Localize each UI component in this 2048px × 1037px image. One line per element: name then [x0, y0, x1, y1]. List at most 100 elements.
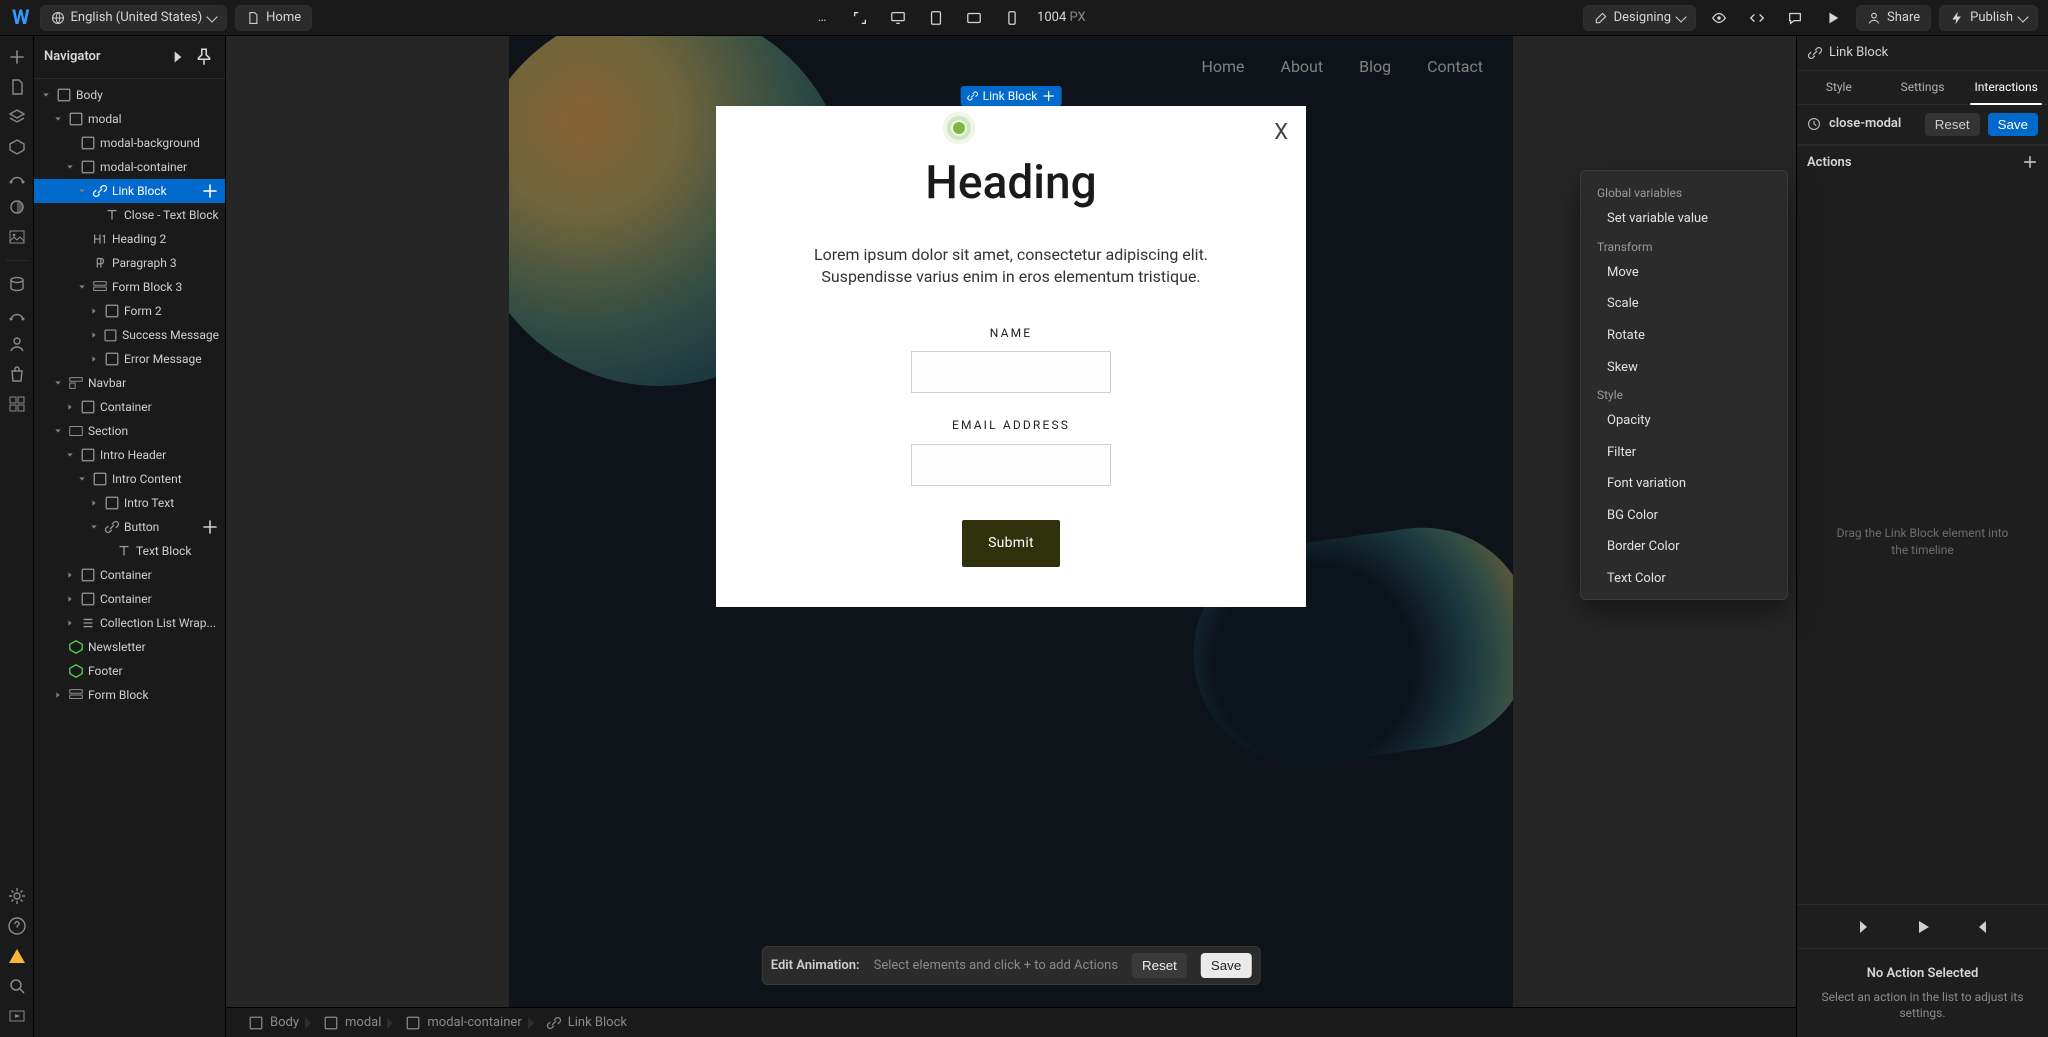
tree-row-container[interactable]: Container: [34, 587, 225, 611]
submit-button[interactable]: Submit: [962, 520, 1060, 567]
comments-icon[interactable]: [1780, 5, 1810, 31]
tree-row-intro-header[interactable]: Intro Header: [34, 443, 225, 467]
crumb-link-block[interactable]: Link Block: [534, 1008, 639, 1037]
tree-row-section[interactable]: Section: [34, 419, 225, 443]
pages-icon[interactable]: [6, 76, 28, 98]
popmenu-item-scale[interactable]: Scale: [1581, 288, 1787, 320]
ecommerce-icon[interactable]: [6, 363, 28, 385]
tree-row-error-message[interactable]: Error Message: [34, 347, 225, 371]
twisty-collapsed-icon[interactable]: [88, 353, 100, 365]
navigator-icon[interactable]: [6, 106, 28, 128]
tree-row-intro-text[interactable]: Intro Text: [34, 491, 225, 515]
twisty-collapsed-icon[interactable]: [52, 689, 64, 701]
tree-row-container[interactable]: Container: [34, 563, 225, 587]
tree-row-text-block[interactable]: Text Block: [34, 539, 225, 563]
settings-icon[interactable]: [6, 885, 28, 907]
twisty-collapsed-icon[interactable]: [64, 569, 76, 581]
search-icon[interactable]: [6, 975, 28, 997]
email-field[interactable]: [911, 444, 1111, 486]
tree-row-container[interactable]: Container: [34, 395, 225, 419]
play-icon[interactable]: [1818, 5, 1848, 31]
popmenu-item-font-variation[interactable]: Font variation: [1581, 468, 1787, 500]
twisty-expanded-icon[interactable]: [52, 113, 64, 125]
popmenu-item-rotate[interactable]: Rotate: [1581, 320, 1787, 352]
tree-row-paragraph-3[interactable]: Paragraph 3: [34, 251, 225, 275]
popmenu-item-opacity[interactable]: Opacity: [1581, 405, 1787, 437]
canvas-width-readout[interactable]: 1004 PX: [1035, 9, 1088, 27]
animation-name[interactable]: close-modal: [1829, 115, 1901, 133]
site-modal[interactable]: X Heading Lorem ipsum dolor sit amet, co…: [716, 106, 1306, 607]
twisty-collapsed-icon[interactable]: [88, 305, 100, 317]
crumb-modal-container[interactable]: modal-container: [393, 1008, 533, 1037]
video-help-icon[interactable]: [6, 1005, 28, 1027]
users-icon[interactable]: [6, 333, 28, 355]
interaction-trigger-dot-icon[interactable]: [951, 120, 967, 136]
preview-eye-icon[interactable]: [1704, 5, 1734, 31]
navigator-collapse-icon[interactable]: [167, 46, 189, 68]
play-icon[interactable]: [1914, 918, 1932, 936]
tree-row-close-text-block[interactable]: Close - Text Block: [34, 203, 225, 227]
tree-row-modal-background[interactable]: modal-background: [34, 131, 225, 155]
site-preview[interactable]: Home About Blog Contact Link Block X Hea…: [509, 36, 1513, 1007]
interactions-reset-button[interactable]: Reset: [1925, 113, 1980, 136]
popmenu-item-set-variable-value[interactable]: Set variable value: [1581, 203, 1787, 235]
twisty-expanded-icon[interactable]: [76, 185, 88, 197]
breakpoint-desktop-icon[interactable]: [883, 5, 913, 31]
tree-row-form-block[interactable]: Form Block: [34, 683, 225, 707]
twisty-expanded-icon[interactable]: [40, 89, 52, 101]
tree-row-heading-2[interactable]: Heading 2: [34, 227, 225, 251]
popmenu-item-filter[interactable]: Filter: [1581, 437, 1787, 469]
tab-style[interactable]: Style: [1797, 71, 1881, 104]
name-field[interactable]: [911, 351, 1111, 393]
tree-row-navbar[interactable]: Navbar: [34, 371, 225, 395]
twisty-expanded-icon[interactable]: [76, 281, 88, 293]
page-selector[interactable]: Home: [235, 5, 312, 31]
publish-button[interactable]: Publish: [1939, 5, 2038, 31]
styles-icon[interactable]: [6, 196, 28, 218]
popmenu-item-bg-color[interactable]: BG Color: [1581, 500, 1787, 532]
twisty-expanded-icon[interactable]: [64, 449, 76, 461]
locale-selector[interactable]: English (United States): [40, 5, 228, 31]
code-icon[interactable]: [1742, 5, 1772, 31]
tab-interactions[interactable]: Interactions: [1964, 71, 2048, 104]
tree-add-interaction-icon[interactable]: [201, 518, 219, 536]
assets-icon[interactable]: [6, 226, 28, 248]
popmenu-item-move[interactable]: Move: [1581, 257, 1787, 289]
tree-row-form-2[interactable]: Form 2: [34, 299, 225, 323]
navigator-pin-icon[interactable]: [193, 46, 215, 68]
tree-row-success-message[interactable]: Success Message: [34, 323, 225, 347]
twisty-collapsed-icon[interactable]: [88, 497, 100, 509]
add-action-icon[interactable]: [2022, 154, 2038, 170]
twisty-collapsed-icon[interactable]: [64, 593, 76, 605]
logic-icon[interactable]: [6, 303, 28, 325]
twisty-expanded-icon[interactable]: [52, 425, 64, 437]
interactions-save-button[interactable]: Save: [1988, 113, 2038, 136]
tree-row-footer[interactable]: Footer: [34, 659, 225, 683]
breakpoint-expand-icon[interactable]: [845, 5, 875, 31]
tree-row-link-block[interactable]: Link Block: [34, 179, 225, 203]
breakpoint-tablet-icon[interactable]: [921, 5, 951, 31]
share-button[interactable]: Share: [1856, 5, 1931, 31]
tree-row-body[interactable]: Body: [34, 83, 225, 107]
help-icon[interactable]: [6, 915, 28, 937]
tree-row-modal-container[interactable]: modal-container: [34, 155, 225, 179]
apps-icon[interactable]: [6, 393, 28, 415]
twisty-expanded-icon[interactable]: [88, 521, 100, 533]
popmenu-item-skew[interactable]: Skew: [1581, 352, 1787, 384]
audit-warning-icon[interactable]: [6, 945, 28, 967]
variables-icon[interactable]: [6, 166, 28, 188]
crumb-body[interactable]: Body: [236, 1008, 311, 1037]
next-frame-icon[interactable]: [1972, 918, 1990, 936]
actions-popmenu[interactable]: Global variablesSet variable valueTransf…: [1580, 170, 1788, 600]
tree-row-button[interactable]: Button: [34, 515, 225, 539]
tree-add-interaction-icon[interactable]: [201, 182, 219, 200]
tree-row-collection-list-wrap-[interactable]: Collection List Wrap...: [34, 611, 225, 635]
selection-badge[interactable]: Link Block: [961, 86, 1062, 106]
webflow-logo-icon[interactable]: W: [10, 4, 32, 31]
popmenu-item-border-color[interactable]: Border Color: [1581, 531, 1787, 563]
canvas-scroll[interactable]: Home About Blog Contact Link Block X Hea…: [226, 36, 1796, 1007]
cms-icon[interactable]: [6, 273, 28, 295]
tree-row-intro-content[interactable]: Intro Content: [34, 467, 225, 491]
twisty-collapsed-icon[interactable]: [64, 401, 76, 413]
toast-reset-button[interactable]: Reset: [1132, 953, 1187, 978]
